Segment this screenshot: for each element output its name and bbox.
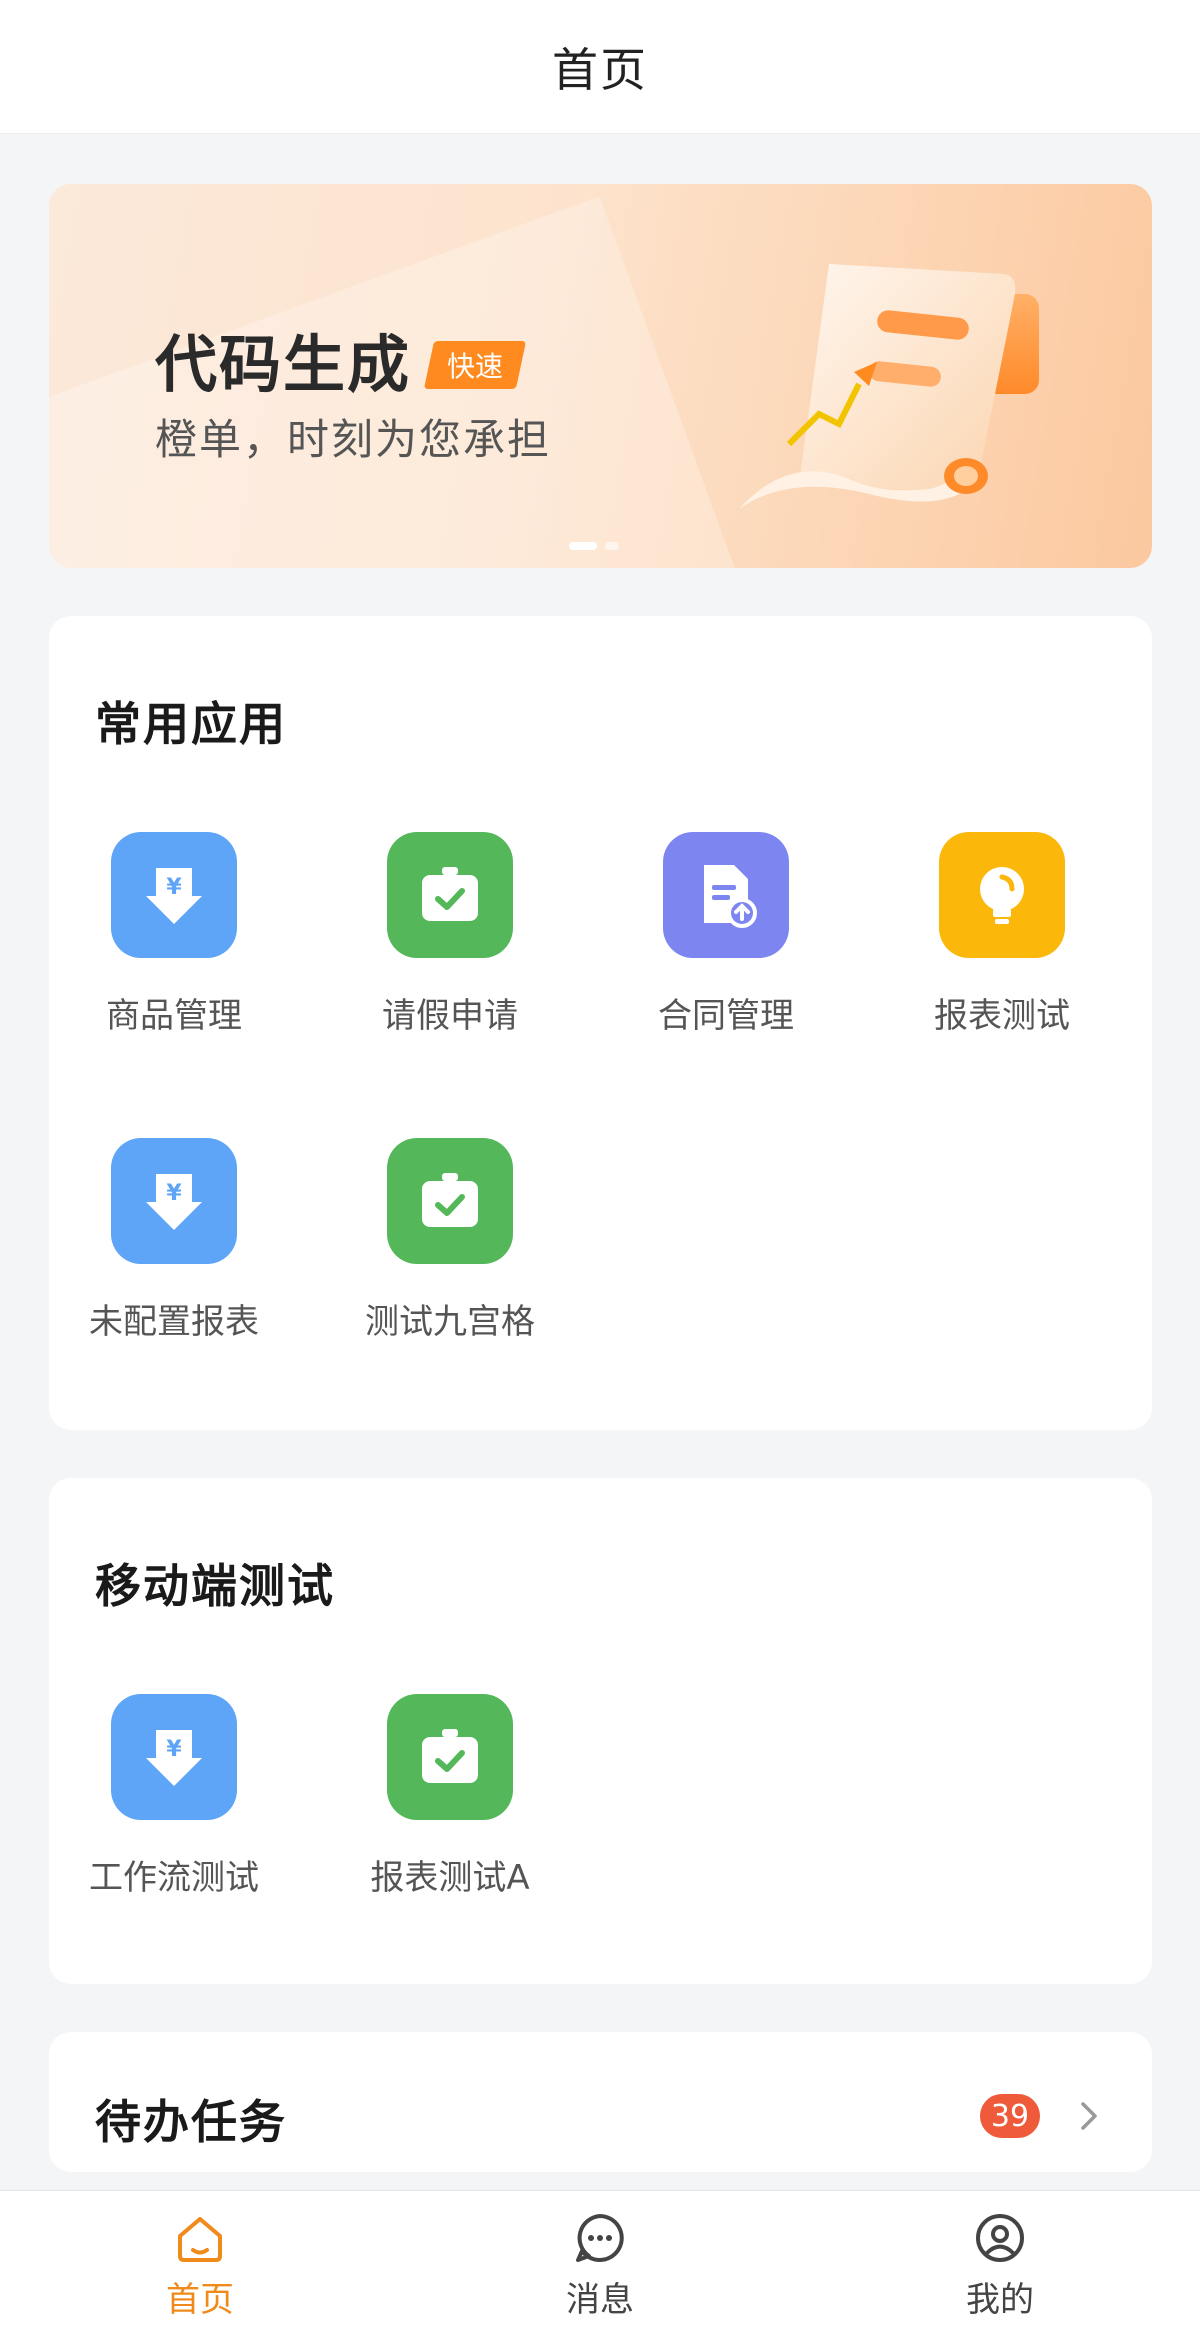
document-upload-icon: [663, 832, 789, 958]
app-label: 请假申请: [382, 996, 518, 1036]
tab-home[interactable]: 首页: [0, 2191, 400, 2340]
app-item[interactable]: 测试九宫格: [325, 1138, 575, 1343]
bottom-tab-bar: 首页 消息 我的: [0, 2190, 1200, 2340]
app-label: 合同管理: [658, 996, 794, 1036]
tab-profile[interactable]: 我的: [800, 2191, 1200, 2340]
promo-banner[interactable]: 代码生成 快速 橙单，时刻为您承担: [49, 184, 1152, 568]
tab-messages[interactable]: 消息: [400, 2191, 800, 2340]
section-title: 常用应用: [95, 697, 287, 751]
banner-headline-text: 代码生成: [155, 328, 412, 401]
page-title: 首页: [552, 42, 648, 97]
yen-download-icon: ¥: [111, 832, 237, 958]
briefcase-check-icon: [387, 1694, 513, 1820]
svg-text:¥: ¥: [166, 1737, 182, 1762]
section-title: 移动端测试: [95, 1559, 335, 1613]
app-item[interactable]: 请假申请: [325, 832, 575, 1037]
app-item[interactable]: 合同管理: [601, 832, 851, 1037]
common-apps-card: 常用应用 ¥ 商品管理 请假申请 合同管理 报表测试 ¥ 未配置报表 测试九宫格: [49, 616, 1152, 1430]
mobile-test-card: 移动端测试 ¥ 工作流测试 报表测试A: [49, 1478, 1152, 1984]
app-label: 报表测试: [934, 996, 1070, 1036]
user-circle-icon: [976, 2214, 1024, 2262]
app-item[interactable]: ¥ 未配置报表: [49, 1138, 299, 1343]
tab-label: 首页: [166, 2280, 234, 2320]
briefcase-check-icon: [387, 832, 513, 958]
tab-label: 消息: [566, 2280, 634, 2320]
yen-download-icon: ¥: [111, 1138, 237, 1264]
pagination-dot-active[interactable]: [569, 542, 597, 550]
banner-headline: 代码生成 快速: [155, 314, 527, 404]
banner-subline: 橙单，时刻为您承担: [155, 415, 552, 464]
banner-pagination: [569, 542, 619, 550]
banner-tag: 快速: [423, 341, 527, 389]
app-label: 测试九宫格: [365, 1302, 535, 1342]
lightbulb-icon: [939, 832, 1065, 958]
receipt-illustration-icon: [739, 264, 1039, 509]
app-item[interactable]: ¥ 商品管理: [49, 832, 299, 1037]
yen-download-icon: ¥: [111, 1694, 237, 1820]
todo-count-badge: 39: [980, 2094, 1040, 2138]
app-label: 未配置报表: [89, 1302, 259, 1342]
todo-card[interactable]: 待办任务 39: [49, 2032, 1152, 2172]
home-icon: [178, 2217, 222, 2262]
pagination-dot[interactable]: [605, 542, 619, 550]
app-item[interactable]: 报表测试: [877, 832, 1127, 1037]
app-label: 工作流测试: [89, 1858, 259, 1898]
chevron-right-icon[interactable]: [1069, 2096, 1109, 2136]
top-bar: 首页: [0, 0, 1200, 134]
todo-title: 待办任务: [95, 2095, 287, 2149]
app-item[interactable]: 报表测试A: [325, 1694, 575, 1899]
app-label: 报表测试A: [370, 1858, 530, 1898]
app-label: 商品管理: [106, 996, 242, 1036]
svg-text:¥: ¥: [166, 1181, 182, 1206]
app-item[interactable]: ¥ 工作流测试: [49, 1694, 299, 1899]
svg-text:¥: ¥: [166, 875, 182, 900]
briefcase-check-icon: [387, 1138, 513, 1264]
tab-label: 我的: [966, 2280, 1034, 2320]
chat-bubble-icon: [576, 2214, 624, 2262]
